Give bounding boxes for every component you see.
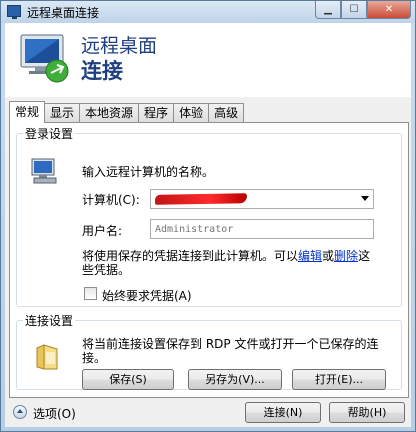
delete-credentials-link[interactable]: 删除 <box>334 249 358 263</box>
tab-general[interactable]: 常规 <box>9 101 46 123</box>
help-button[interactable]: 帮助(H) <box>329 402 405 423</box>
connection-settings-legend: 连接设置 <box>23 312 76 329</box>
folder-icon <box>36 344 58 370</box>
hint-text-or: 或 <box>322 249 335 263</box>
banner: 远程桌面 连接 <box>5 23 411 97</box>
connection-settings-description: 将当前连接设置保存到 RDP 文件或打开一个已保存的连接。 <box>82 337 379 365</box>
banner-title-line1: 远程桌面 <box>81 35 158 57</box>
save-as-button[interactable]: 另存为(V)... <box>188 369 282 390</box>
options-toggle[interactable]: 选项(O) <box>33 405 76 422</box>
tab-local-resources[interactable]: 本地资源 <box>79 103 140 123</box>
title-bar[interactable]: 远程桌面连接 ▁ ☐ ✕ <box>1 1 415 23</box>
chevron-down-icon[interactable] <box>361 196 369 201</box>
connect-button[interactable]: 连接(N) <box>245 402 321 423</box>
username-label: 用户名: <box>82 224 123 238</box>
always-ask-checkbox[interactable] <box>84 287 97 300</box>
computer-prompt: 输入远程计算机的名称。 <box>82 165 215 179</box>
tab-display[interactable]: 显示 <box>44 103 81 123</box>
always-ask-label[interactable]: 始终要求凭据(A) <box>102 287 192 304</box>
chevron-up-icon[interactable] <box>13 405 27 419</box>
close-button[interactable]: ✕ <box>367 1 411 19</box>
window-controls: ▁ ☐ ✕ <box>315 1 411 19</box>
redaction-scribble <box>154 193 248 205</box>
save-button[interactable]: 保存(S) <box>82 369 174 390</box>
tab-strip: 常规 显示 本地资源 程序 体验 高级 <box>9 101 245 123</box>
tab-advanced[interactable]: 高级 <box>208 103 245 123</box>
minimize-button[interactable]: ▁ <box>315 1 341 19</box>
edit-credentials-link[interactable]: 编辑 <box>298 249 322 263</box>
username-field[interactable] <box>150 219 374 239</box>
computer-icon <box>31 158 57 184</box>
tab-experience[interactable]: 体验 <box>173 103 210 123</box>
dialog-client: 远程桌面 连接 常规 显示 本地资源 程序 体验 高级 登录设置 输入远程计算机… <box>5 23 411 427</box>
open-button[interactable]: 打开(E)... <box>292 369 386 390</box>
hint-text-pre: 将使用保存的凭据连接到此计算机。可以 <box>82 249 299 263</box>
computer-label: 计算机(C): <box>82 193 140 207</box>
logon-settings-legend: 登录设置 <box>23 125 76 142</box>
maximize-button[interactable]: ☐ <box>341 1 367 19</box>
credentials-hint: 将使用保存的凭据连接到此计算机。可以编辑或删除这些凭据。 <box>82 249 382 277</box>
rdp-app-icon <box>7 5 21 19</box>
window-title: 远程桌面连接 <box>27 6 100 20</box>
remote-desktop-icon <box>20 34 69 83</box>
rdp-window: 远程桌面连接 ▁ ☐ ✕ 远程桌面 连接 常规 显示 本地资源 程序 体验 高级… <box>0 0 416 432</box>
tab-programs[interactable]: 程序 <box>138 103 175 123</box>
computer-combobox[interactable] <box>150 189 374 209</box>
banner-title-line2: 连接 <box>81 59 123 83</box>
general-tab-panel: 登录设置 输入远程计算机的名称。 计算机(C): 用户名: 将使用保存的凭据连接… <box>9 122 409 398</box>
